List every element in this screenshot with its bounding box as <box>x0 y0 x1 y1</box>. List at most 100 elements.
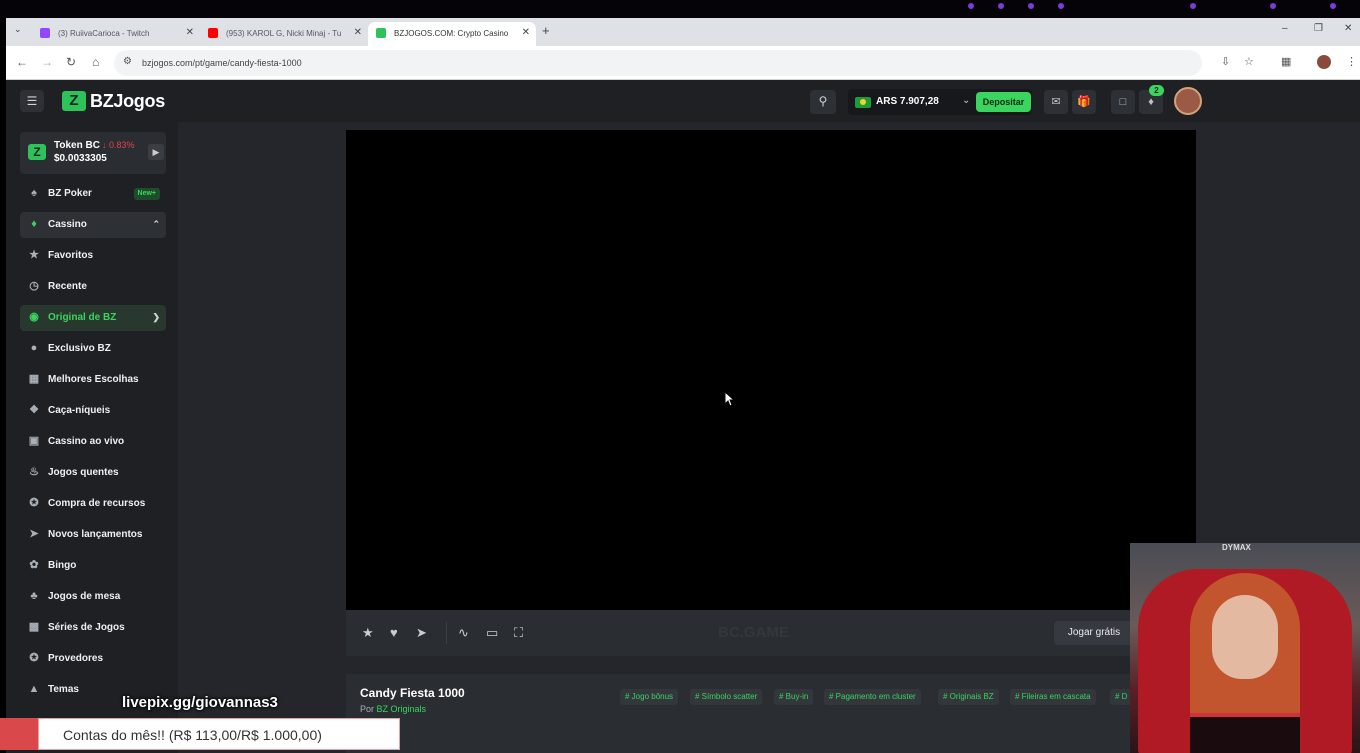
tag-chip[interactable]: # Fileiras em cascata <box>1010 689 1096 705</box>
new-tab-icon[interactable]: + <box>542 23 550 38</box>
sidebar-item-label: Séries de Jogos <box>48 622 125 633</box>
sidebar-item-caca-niqueis[interactable]: ❖ Caça-níqueis <box>20 398 166 424</box>
sidebar-item-label: Cassino ao vivo <box>48 436 125 447</box>
bzjogos-icon <box>376 28 386 38</box>
bz-logo-icon: Z <box>62 91 86 111</box>
brand-logo[interactable]: Z BZJogos <box>62 90 165 112</box>
provider-link[interactable]: BZ Originals <box>377 704 427 714</box>
user-avatar[interactable] <box>1174 87 1202 115</box>
sidebar-item-series-jogos[interactable]: ▩ Séries de Jogos <box>20 615 166 641</box>
chair-brand: DYMAX <box>1222 543 1251 552</box>
sidebar-item-recente[interactable]: ◷ Recente <box>20 274 166 300</box>
menu-dots-icon[interactable]: ⋮ <box>1346 55 1357 68</box>
bingo-icon: ✿ <box>29 559 39 571</box>
tag-chip[interactable]: # Jogo bônus <box>620 689 679 705</box>
tab-bzjogos[interactable]: BZJOGOS.COM: Crypto Casino ✕ <box>368 22 536 46</box>
sidebar-item-original-bz[interactable]: ◉ Original de BZ ❯ <box>20 305 166 331</box>
tag-chip[interactable]: # Originais BZ <box>938 689 999 705</box>
chevron-right-icon[interactable]: ▶ <box>148 144 164 160</box>
play-free-button[interactable]: Jogar grátis <box>1054 621 1134 645</box>
minimize-icon[interactable]: – <box>1282 23 1288 34</box>
theater-mode-icon[interactable]: ▭ <box>486 625 498 641</box>
sidebar-item-exclusivo-bz[interactable]: ● Exclusivo BZ <box>20 336 166 362</box>
sidebar-item-label: Recente <box>48 281 87 292</box>
game-frame[interactable] <box>346 130 1196 610</box>
chevron-down-icon[interactable]: ⌄ <box>962 95 970 106</box>
deposit-button[interactable]: Depositar <box>976 92 1031 112</box>
sidebar-item-cassino[interactable]: ♦ Cassino ⌃ <box>20 212 166 238</box>
close-icon[interactable]: ✕ <box>354 27 362 38</box>
stream-top-bar <box>0 0 1360 18</box>
live-icon: ▣ <box>28 435 40 447</box>
share-telegram-icon[interactable]: ➤ <box>416 625 427 641</box>
site-info-icon[interactable]: ⚙ <box>123 56 132 67</box>
light-dot <box>1330 3 1336 9</box>
chevron-up-icon[interactable]: ⌃ <box>152 219 160 230</box>
fullscreen-icon[interactable]: ⛶ <box>514 625 523 641</box>
sidebar-item-label: Favoritos <box>48 250 94 261</box>
url-field[interactable]: ⚙ bzjogos.com/pt/game/candy-fiesta-1000 <box>114 50 1202 76</box>
search-icon[interactable]: ⚲ <box>810 90 836 114</box>
token-change: ↓ 0.83% <box>102 140 135 150</box>
url-text: bzjogos.com/pt/game/candy-fiesta-1000 <box>142 58 302 68</box>
address-bar: ← → ↻ ⌂ ⚙ bzjogos.com/pt/game/candy-fies… <box>6 46 1360 80</box>
mail-icon[interactable]: ✉ <box>1044 90 1068 114</box>
token-name: Token BC <box>54 140 100 151</box>
new-badge: New+ <box>133 188 160 200</box>
token-card[interactable]: Z Token BC ↓ 0.83% $0.0033305 ▶ <box>20 132 166 174</box>
menu-toggle-icon[interactable]: ☰ <box>20 90 44 112</box>
profile-avatar[interactable] <box>1317 55 1331 69</box>
light-dot <box>1028 3 1034 9</box>
light-dot <box>1270 3 1276 9</box>
streamer-face <box>1212 595 1278 679</box>
sidebar: Z Token BC ↓ 0.83% $0.0033305 ▶ ♠ BZ Pok… <box>6 122 178 753</box>
tag-chip[interactable]: # Pagamento em cluster <box>824 689 921 705</box>
restore-icon[interactable]: ❐ <box>1314 23 1323 34</box>
like-heart-icon[interactable]: ♥ <box>390 625 398 640</box>
sidebar-item-label: Novos lançamentos <box>48 529 143 540</box>
tab-youtube[interactable]: (953) KAROL G, Nicki Minaj - Tu ✕ <box>200 22 368 46</box>
sidebar-item-label: Caça-níqueis <box>48 405 111 416</box>
sidebar-item-melhores-escolhas[interactable]: ▦ Melhores Escolhas <box>20 367 166 393</box>
chevron-right-icon[interactable]: ❯ <box>152 312 160 323</box>
extensions-icon[interactable]: ▦ <box>1281 55 1291 68</box>
close-icon[interactable]: ✕ <box>186 27 194 38</box>
webcam-overlay: DYMAX <box>1130 543 1360 753</box>
sidebar-item-bingo[interactable]: ✿ Bingo <box>20 553 166 579</box>
sidebar-item-compra-recursos[interactable]: ✪ Compra de recursos <box>20 491 166 517</box>
tag-chip[interactable]: # Buy-in <box>774 689 814 705</box>
sidebar-item-favoritos[interactable]: ★ Favoritos <box>20 243 166 269</box>
favorite-star-icon[interactable]: ★ <box>362 625 374 641</box>
tab-label: BZJOGOS.COM: Crypto Casino <box>394 29 509 38</box>
sidebar-item-jogos-mesa[interactable]: ♣ Jogos de mesa <box>20 584 166 610</box>
twitch-icon <box>40 28 50 38</box>
chat-icon[interactable]: □ <box>1111 90 1135 114</box>
sidebar-item-jogos-quentes[interactable]: ♨ Jogos quentes <box>20 460 166 486</box>
sidebar-item-cassino-ao-vivo[interactable]: ▣ Cassino ao vivo <box>20 429 166 455</box>
streamer-top <box>1190 713 1300 753</box>
gift-icon[interactable]: 🎁 <box>1072 90 1096 114</box>
bz-token-icon: Z <box>28 144 46 160</box>
back-icon[interactable]: ← <box>16 55 28 69</box>
by-prefix: Por <box>360 704 375 714</box>
livepix-label: livepix.gg/giovannas3 <box>122 694 278 711</box>
forward-icon[interactable]: → <box>41 55 53 69</box>
close-window-icon[interactable]: ✕ <box>1344 23 1352 34</box>
brazil-flag-icon <box>855 97 871 108</box>
reload-icon[interactable]: ↻ <box>66 55 76 69</box>
home-icon[interactable]: ⌂ <box>92 55 99 69</box>
sidebar-item-label: Jogos de mesa <box>48 591 121 602</box>
tab-twitch[interactable]: (3) RuiivaCarioca - Twitch ✕ <box>32 22 200 46</box>
sidebar-item-label: BZ Poker <box>48 188 92 199</box>
tag-chip[interactable]: # Símbolo scatter <box>690 689 763 705</box>
tab-search-icon[interactable]: ⌄ <box>14 24 22 35</box>
sidebar-item-provedores[interactable]: ✪ Provedores <box>20 646 166 672</box>
sidebar-item-label: Compra de recursos <box>48 498 146 509</box>
close-icon[interactable]: ✕ <box>522 27 530 38</box>
sidebar-item-novos-lancamentos[interactable]: ➤ Novos lançamentos <box>20 522 166 548</box>
stats-chart-icon[interactable]: ∿ <box>458 625 469 641</box>
sidebar-item-bz-poker[interactable]: ♠ BZ Poker New+ <box>20 181 166 207</box>
bookmark-star-icon[interactable]: ☆ <box>1244 55 1254 68</box>
install-icon[interactable]: ⇩ <box>1221 55 1230 68</box>
donation-goal-banner: Contas do mês!! (R$ 113,00/R$ 1.000,00) <box>38 718 400 750</box>
